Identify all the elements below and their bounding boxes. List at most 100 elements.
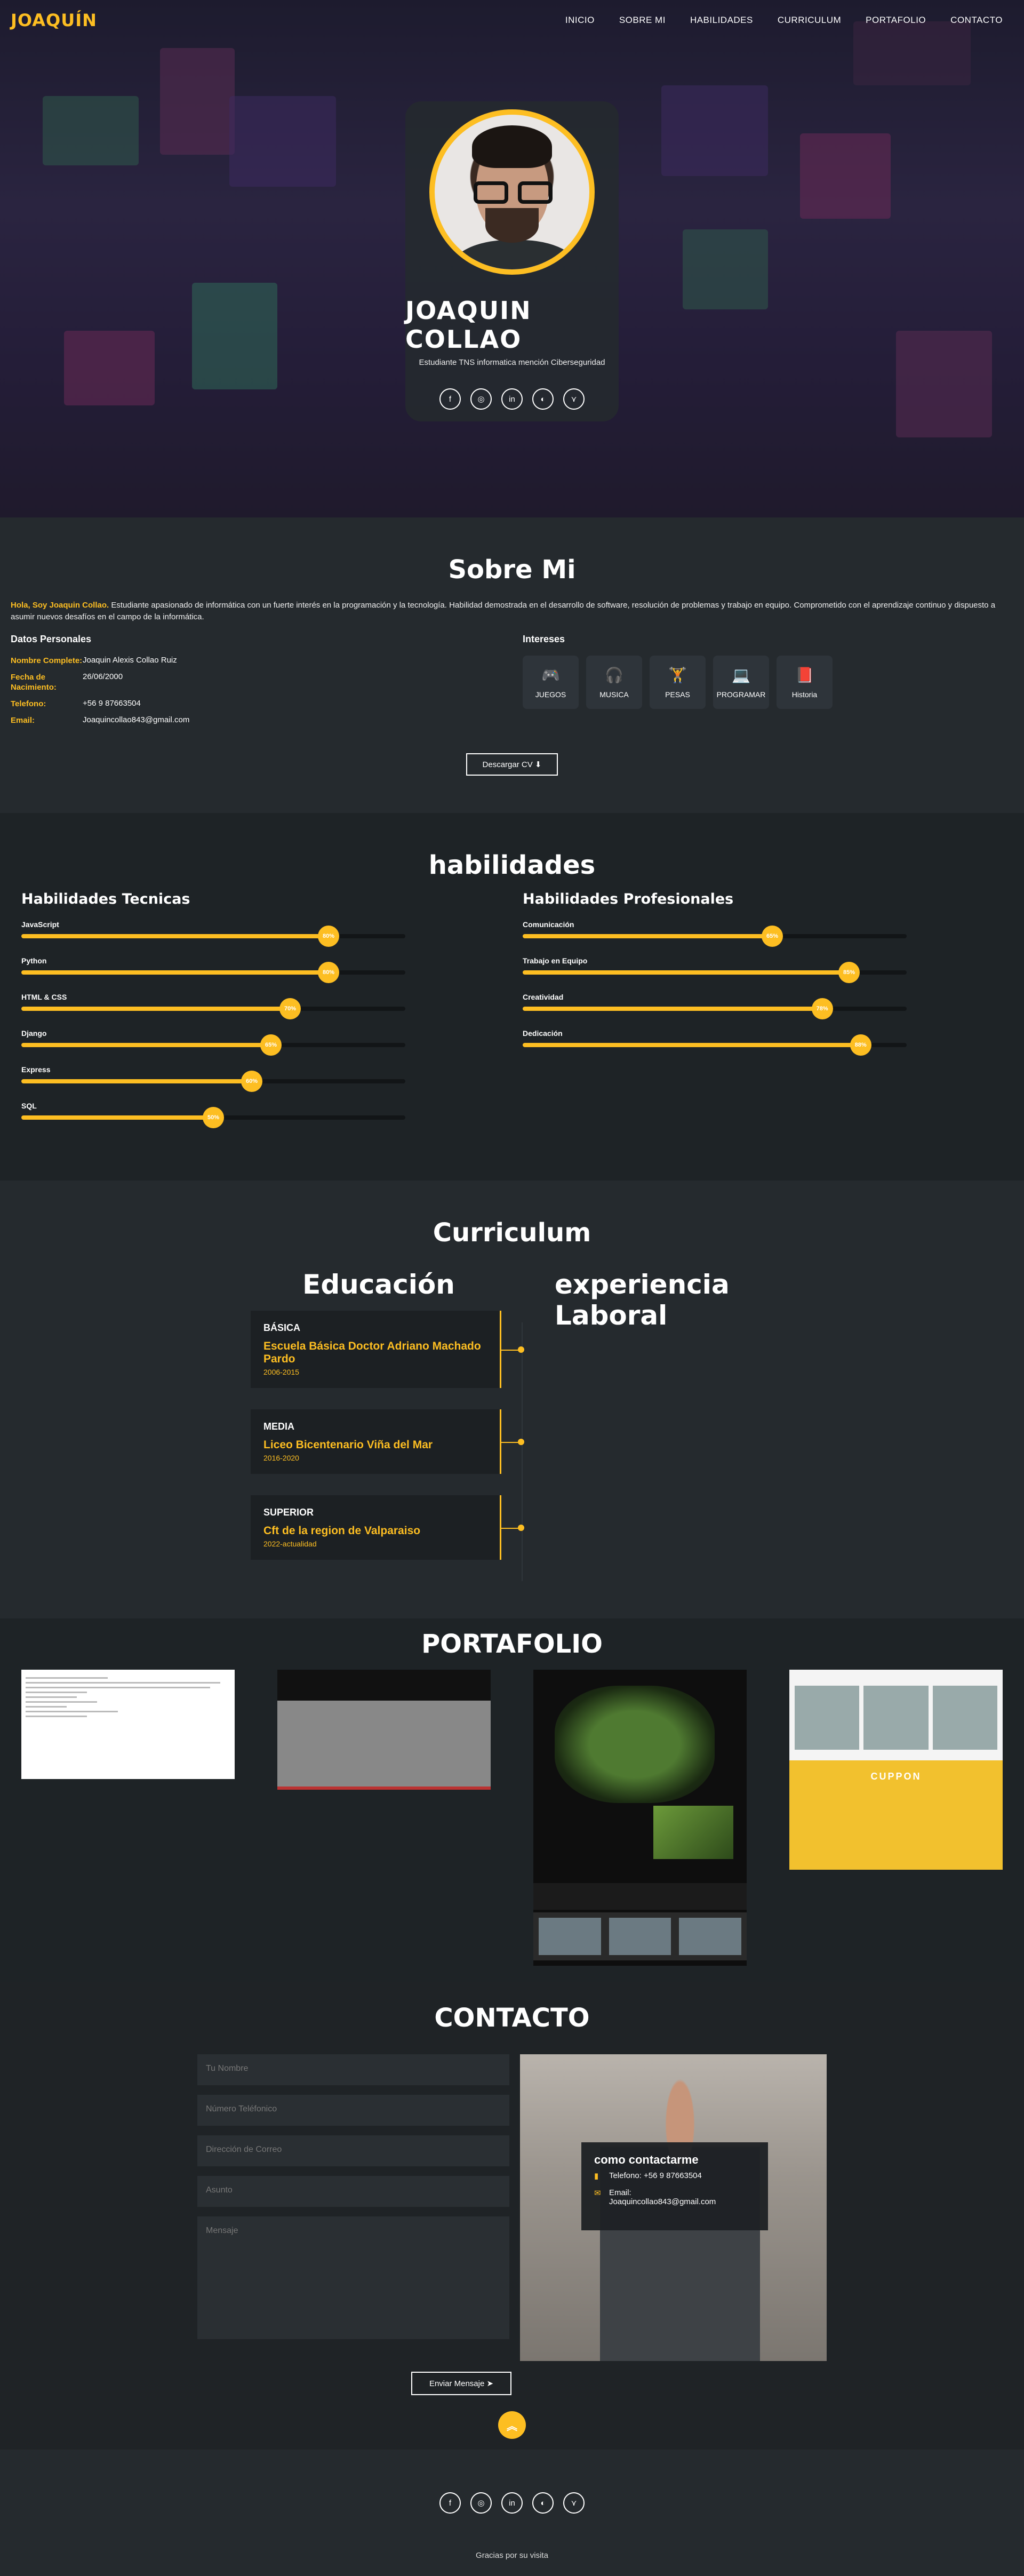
skill-bar-fill xyxy=(523,1007,822,1011)
linkedin-icon[interactable]: in xyxy=(501,388,523,410)
hero-bg-screen xyxy=(64,331,155,405)
education-column: Educación BÁSICA Escuela Básica Doctor A… xyxy=(235,1269,524,1581)
download-cv-button[interactable]: Descargar CV ⬇ xyxy=(466,753,558,776)
footer-thanks: Gracias por su visita xyxy=(476,2551,548,2560)
hero-profile-card: JOAQUIN COLLAO Estudiante TNS informatic… xyxy=(405,101,619,421)
site-logo[interactable]: JOAQUÍN xyxy=(11,10,97,30)
facebook-icon[interactable]: f xyxy=(439,2492,461,2514)
nav-link-sobre-mi[interactable]: SOBRE MI xyxy=(619,15,666,26)
skill-bar-fill xyxy=(523,970,849,975)
skill-percent-badge: 65% xyxy=(260,1034,282,1056)
technical-skills-title: Habilidades Tecnicas xyxy=(21,891,190,907)
skill-percent-badge: 88% xyxy=(850,1034,871,1056)
portfolio-item-4[interactable]: CUPPON xyxy=(789,1670,1003,1870)
send-message-button[interactable]: Enviar Mensaje ➤ xyxy=(411,2372,511,2395)
github-icon[interactable]: ◐ xyxy=(532,2492,554,2514)
data-row: Nombre Complete: Joaquin Alexis Collao Ru… xyxy=(11,656,512,666)
interests-title: Intereses xyxy=(523,634,565,644)
interest-label: PROGRAMAR xyxy=(716,690,766,699)
education-school: Escuela Básica Doctor Adriano Machado Pa… xyxy=(263,1340,481,1365)
interest-juegos: 🎮 JUEGOS xyxy=(523,656,579,709)
education-years: 2006-2015 xyxy=(263,1368,299,1376)
contacto-section: CONTACTO Tu Nombre Número Teléfonico Dir… xyxy=(0,1982,1024,2450)
footer: f ◎ in ◐ ⋎ Gracias por su visita xyxy=(0,2450,1024,2576)
skill-bar-fill xyxy=(21,1079,252,1083)
hero-bg-screen xyxy=(661,85,768,176)
bio-text: Hola, Soy Joaquin Collao. Estudiante apa… xyxy=(11,600,1013,623)
skill-row: Express 60% xyxy=(21,1065,405,1092)
phone-field[interactable]: Número Teléfonico xyxy=(197,2095,509,2126)
skill-bar: 70% xyxy=(21,998,405,1019)
skill-name: HTML & CSS xyxy=(21,993,67,1001)
professional-skills: Habilidades Profesionales Comunicación 65… xyxy=(523,891,907,1138)
name-field[interactable]: Tu Nombre xyxy=(197,2054,509,2085)
education-item: MEDIA Liceo Bicentenario Viña del Mar 20… xyxy=(251,1409,524,1474)
facebook-icon[interactable]: f xyxy=(439,388,461,410)
skill-bar-fill xyxy=(21,1115,213,1120)
subject-field[interactable]: Asunto xyxy=(197,2176,509,2207)
nav-link-portafolio[interactable]: PORTAFOLIO xyxy=(866,15,926,26)
nav-link-curriculum[interactable]: CURRICULUM xyxy=(778,15,841,26)
hero-name: JOAQUIN COLLAO xyxy=(405,296,532,354)
habilidades-section: habilidades Habilidades Tecnicas JavaScr… xyxy=(0,813,1024,1181)
interest-historia: 📕 Historia xyxy=(777,656,833,709)
portfolio-item-2[interactable] xyxy=(277,1670,491,1790)
github-icon[interactable]: ◐ xyxy=(532,388,554,410)
instagram-icon[interactable]: ◎ xyxy=(470,2492,492,2514)
sobre-mi-section: Sobre Mi Hola, Soy Joaquin Collao. Estud… xyxy=(0,517,1024,813)
nav-link-inicio[interactable]: INICIO xyxy=(565,15,595,26)
data-value: 26/06/2000 xyxy=(83,672,123,681)
experience-title: experiencia Laboral xyxy=(555,1269,730,1331)
scroll-top-icon[interactable]: ︽ xyxy=(498,2411,526,2439)
interest-programar: 💻 PROGRAMAR xyxy=(713,656,769,709)
laptop-icon: 💻 xyxy=(732,666,750,683)
timeline-dot xyxy=(518,1438,524,1445)
skill-row: Comunicación 65% xyxy=(523,920,907,947)
education-item: BÁSICA Escuela Básica Doctor Adriano Mac… xyxy=(251,1311,524,1388)
message-field[interactable]: Mensaje xyxy=(197,2216,509,2339)
skill-row: HTML & CSS 70% xyxy=(21,993,405,1019)
education-level: BÁSICA xyxy=(263,1322,301,1333)
contact-card-title: como contactarme xyxy=(594,2153,699,2166)
skill-bar: 80% xyxy=(21,926,405,947)
skill-bar: 65% xyxy=(523,926,907,947)
instagram-icon[interactable]: ◎ xyxy=(470,388,492,410)
hero-bg-screen xyxy=(43,96,139,165)
interest-label: JUEGOS xyxy=(535,690,566,699)
data-row: Email: Joaquincollao843@gmail.com xyxy=(11,715,512,725)
portfolio-item-3[interactable] xyxy=(533,1670,747,1966)
mail-icon: ✉ xyxy=(594,2189,601,2198)
hero-bg-screen xyxy=(160,48,235,155)
skill-bar: 50% xyxy=(21,1107,405,1128)
nav-link-habilidades[interactable]: HABILIDADES xyxy=(690,15,753,26)
timeline-dot xyxy=(518,1524,524,1531)
skill-bar-fill xyxy=(523,934,772,938)
data-row: Fecha de Nacimiento: 26/06/2000 xyxy=(11,672,512,692)
skill-bar-fill xyxy=(21,934,329,938)
bluesky-icon[interactable]: ⋎ xyxy=(563,2492,585,2514)
skill-bar-fill xyxy=(21,1007,290,1011)
profile-avatar xyxy=(429,109,595,275)
personal-data: Datos Personales Nombre Complete: Joaquin… xyxy=(11,634,512,732)
contact-email-label: Email: xyxy=(609,2188,631,2197)
skill-percent-badge: 80% xyxy=(318,962,339,983)
contact-image: como contactarme ▮ Telefono: +56 9 876635… xyxy=(519,2054,827,2361)
bluesky-icon[interactable]: ⋎ xyxy=(563,388,585,410)
skill-percent-badge: 78% xyxy=(811,998,833,1019)
experience-column: experiencia Laboral xyxy=(523,1269,789,1581)
nav-link-contacto[interactable]: CONTACTO xyxy=(950,15,1003,26)
data-value: Joaquin Alexis Collao Ruiz xyxy=(83,656,177,665)
nav-menu: INICIO SOBRE MI HABILIDADES CURRICULUM P… xyxy=(565,15,1003,26)
skill-name: Comunicación xyxy=(523,920,574,929)
email-field[interactable]: Dirección de Correo xyxy=(197,2135,509,2166)
linkedin-icon[interactable]: in xyxy=(501,2492,523,2514)
hero-bg-screen xyxy=(192,283,277,389)
skill-percent-badge: 50% xyxy=(203,1107,224,1128)
contact-phone: Telefono: +56 9 87663504 xyxy=(609,2171,702,2180)
portfolio-item-1[interactable] xyxy=(21,1670,235,1779)
hero-bg-screen xyxy=(896,331,992,437)
skill-row: Django 65% xyxy=(21,1029,405,1056)
skill-name: Creatividad xyxy=(523,993,564,1001)
skill-row: Creatividad 78% xyxy=(523,993,907,1019)
skill-row: SQL 50% xyxy=(21,1102,405,1128)
